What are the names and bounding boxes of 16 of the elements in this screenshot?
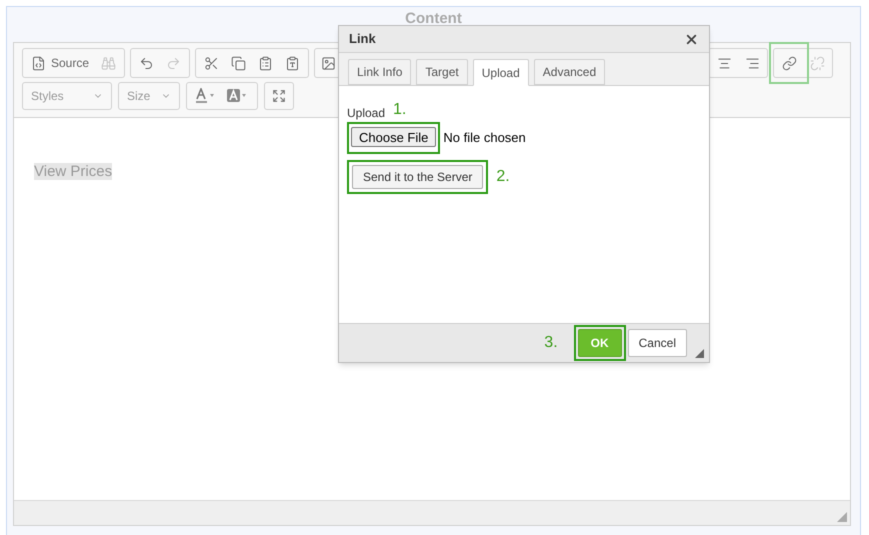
dialog-tab[interactable]: Link Info: [348, 59, 412, 85]
step-number: 2.: [496, 167, 510, 187]
toolbar-button[interactable]: Source: [26, 50, 94, 76]
content-text: View Prices: [34, 163, 112, 180]
step-number: 1.: [393, 100, 406, 120]
dialog-tab[interactable]: Advanced: [534, 59, 606, 85]
choose-file-button[interactable]: Choose File: [351, 127, 436, 147]
upload-label: Upload: [347, 105, 386, 122]
send-button[interactable]: Send it to the Server: [352, 165, 484, 189]
dialog-title: Link: [349, 30, 376, 48]
dialog-tab[interactable]: Upload: [472, 59, 529, 86]
section-heading: Content: [405, 10, 462, 28]
step-number: 3.: [544, 333, 558, 353]
dialog-tab[interactable]: Target: [416, 59, 468, 85]
cancel-button[interactable]: Cancel: [628, 329, 687, 357]
file-status: No file chosen: [443, 129, 526, 148]
